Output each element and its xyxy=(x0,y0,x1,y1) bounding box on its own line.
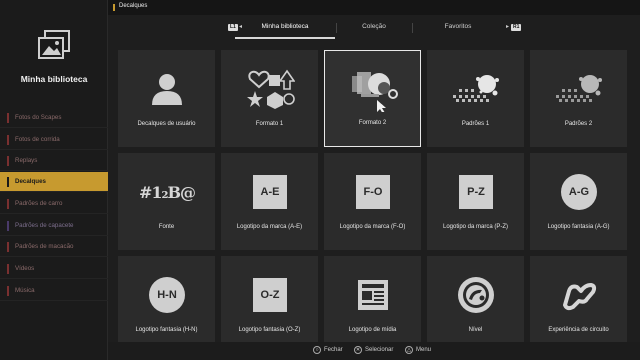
card-padroes-2[interactable]: Padrões 2 xyxy=(530,50,627,147)
font-glyphs: #1₂B@ xyxy=(138,182,196,202)
card-logotipo-marca-fo[interactable]: F-O Logotipo da marca (F-O) xyxy=(324,153,421,250)
hint-label: Menu xyxy=(416,347,432,353)
breadcrumb: Decalques xyxy=(119,3,148,9)
pattern-splash-icon xyxy=(554,64,604,114)
logo-square-icon: A-E xyxy=(245,167,295,217)
sidebar-item-fotos-scapes[interactable]: Fotos do Scapes xyxy=(0,108,108,128)
logo-glyph: H-N xyxy=(149,277,185,313)
card-label: Fonte xyxy=(158,224,175,230)
hint-fechar[interactable]: ○ Fechar xyxy=(313,346,343,354)
font-glyphs-icon: #1₂B@ xyxy=(138,167,196,217)
card-logotipo-fantasia-hn[interactable]: H-N Logotipo fantasia (H-N) xyxy=(118,256,215,353)
circuit-track-icon xyxy=(554,270,604,320)
sidebar-item-musica[interactable]: Música xyxy=(0,281,108,301)
sidebar-title: Minha biblioteca xyxy=(20,74,88,84)
logo-square-icon: P-Z xyxy=(451,167,501,217)
card-label: Logotipo fantasia (H-N) xyxy=(135,327,198,333)
arrow-right-icon: ▸ xyxy=(506,24,510,30)
sidebar-header: Minha biblioteca xyxy=(0,0,108,102)
decal-grid: Decalques de usuário Formato 1 Formato 2… xyxy=(108,41,640,353)
card-label: Logotipo da marca (A-E) xyxy=(236,224,303,230)
tab-minha-biblioteca[interactable]: Minha biblioteca xyxy=(240,23,330,30)
controls-bar: ○ Fechar ✕ Selecionar △ Menu xyxy=(108,342,640,360)
logo-square-icon: F-O xyxy=(348,167,398,217)
logo-glyph: P-Z xyxy=(459,175,493,209)
card-fonte[interactable]: #1₂B@ Fonte xyxy=(118,153,215,250)
newspaper-icon xyxy=(348,270,398,320)
sidebar: Minha biblioteca Fotos do Scapes Fotos d… xyxy=(0,0,108,360)
sidebar-item-fotos-corrida[interactable]: Fotos de corrida xyxy=(0,130,108,150)
logo-glyph: O-Z xyxy=(253,278,287,312)
hint-selecionar[interactable]: ✕ Selecionar xyxy=(354,346,393,354)
top-bar: Decalques xyxy=(108,0,640,15)
card-formato-1[interactable]: Formato 1 xyxy=(221,50,318,147)
hint-label: Fechar xyxy=(324,347,343,353)
card-label: Logotipo de mídia xyxy=(348,327,397,333)
gallery-icon xyxy=(38,30,70,59)
card-logotipo-marca-ae[interactable]: A-E Logotipo da marca (A-E) xyxy=(221,153,318,250)
card-nivel[interactable]: Nível xyxy=(427,256,524,353)
card-formato-2[interactable]: Formato 2 xyxy=(324,50,421,147)
sidebar-item-replays[interactable]: Replays xyxy=(0,151,108,171)
hint-menu[interactable]: △ Menu xyxy=(405,346,431,354)
card-logotipo-marca-pz[interactable]: P-Z Logotipo da marca (P-Z) xyxy=(427,153,524,250)
card-label: Experiência de circuito xyxy=(548,327,609,333)
card-label: Formato 2 xyxy=(358,120,387,126)
logo-glyph: A-G xyxy=(561,174,597,210)
card-decalques-usuario[interactable]: Decalques de usuário xyxy=(118,50,215,147)
tab-colecao[interactable]: Coleção xyxy=(329,23,419,30)
l1-button-icon[interactable]: L1 xyxy=(228,24,238,31)
sidebar-item-padroes-carro[interactable]: Padrões de carro xyxy=(0,194,108,214)
sidebar-item-padroes-capacete[interactable]: Padrões de capacete xyxy=(0,216,108,236)
circle-button-icon: ○ xyxy=(313,346,321,354)
hint-label: Selecionar xyxy=(365,347,394,353)
card-label: Logotipo fantasia (O-Z) xyxy=(238,327,301,333)
tab-bar: L1 ◂ Minha biblioteca Coleção Favoritos … xyxy=(108,15,640,41)
sidebar-item-videos[interactable]: Vídeos xyxy=(0,259,108,279)
card-label: Padrões 1 xyxy=(461,121,490,127)
logo-square-icon: O-Z xyxy=(245,270,295,320)
card-label: Formato 1 xyxy=(255,121,284,127)
breadcrumb-marker xyxy=(113,4,115,11)
pattern-splash-icon xyxy=(451,64,501,114)
card-label: Decalques de usuário xyxy=(137,121,196,127)
card-experiencia-circuito[interactable]: Experiência de circuito xyxy=(530,256,627,353)
card-label: Logotipo fantasia (A-G) xyxy=(547,224,610,230)
card-label: Nível xyxy=(468,327,483,333)
card-logotipo-midia[interactable]: Logotipo de mídia xyxy=(324,256,421,353)
card-label: Logotipo da marca (F-O) xyxy=(339,224,406,230)
logo-glyph: F-O xyxy=(356,175,390,209)
logo-glyph: A-E xyxy=(253,175,287,209)
card-logotipo-fantasia-oz[interactable]: O-Z Logotipo fantasia (O-Z) xyxy=(221,256,318,353)
logo-circle-icon: H-N xyxy=(142,270,192,320)
level-emblem-icon xyxy=(451,270,501,320)
card-padroes-1[interactable]: Padrões 1 xyxy=(427,50,524,147)
cross-button-icon: ✕ xyxy=(354,346,362,354)
triangle-button-icon: △ xyxy=(405,346,413,354)
tab-favoritos[interactable]: Favoritos xyxy=(413,23,503,30)
abstract-shapes-icon xyxy=(349,65,399,115)
r1-button-icon[interactable]: R1 xyxy=(511,24,522,31)
sidebar-item-decalques[interactable]: Decalques xyxy=(0,172,108,192)
sidebar-item-padroes-macacao[interactable]: Padrões de macacão xyxy=(0,237,108,257)
card-logotipo-fantasia-ag[interactable]: A-G Logotipo fantasia (A-G) xyxy=(530,153,627,250)
card-label: Logotipo da marca (P-Z) xyxy=(442,224,509,230)
user-icon xyxy=(142,64,192,114)
logo-circle-icon: A-G xyxy=(554,167,604,217)
card-label: Padrões 2 xyxy=(564,121,593,127)
shapes-icon xyxy=(245,64,295,114)
active-tab-indicator xyxy=(235,37,335,39)
